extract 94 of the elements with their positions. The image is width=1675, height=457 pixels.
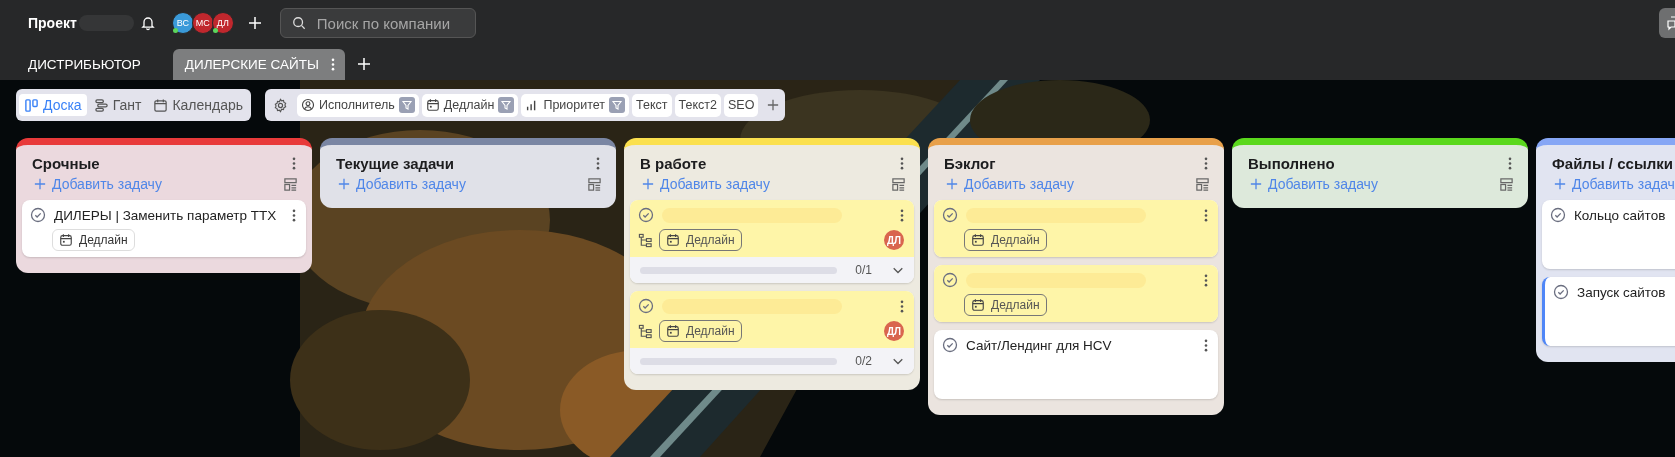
task-title: Запуск сайтов [1577, 284, 1667, 300]
check-icon[interactable] [638, 298, 654, 314]
subtasks-icon [638, 232, 653, 248]
filter-icon[interactable] [398, 97, 415, 113]
board-tab[interactable]: ДИЛЕРСКИЕ САЙТЫ [172, 49, 345, 80]
column-title: Файлы / ссылки [1552, 155, 1673, 172]
task-title: Кольцо сайтов [1574, 207, 1667, 223]
deadline-chip[interactable]: Дедлайн [964, 294, 1047, 316]
filter-icon[interactable] [498, 97, 515, 113]
settings-icon[interactable] [273, 97, 289, 113]
task-card[interactable]: Дедлайн [934, 200, 1218, 257]
template-icon[interactable] [587, 176, 602, 192]
check-icon[interactable] [1550, 207, 1566, 223]
member-avatar[interactable]: ДЛ [211, 12, 234, 34]
field-chip[interactable]: Приоритет [521, 93, 630, 117]
task-card[interactable]: Кольцо сайтов [1542, 200, 1675, 269]
field-chip[interactable]: Текст2 [674, 93, 721, 117]
assignee-avatar[interactable]: ДЛ [884, 321, 904, 341]
search-icon [291, 16, 306, 30]
template-icon[interactable] [891, 176, 906, 192]
plus-icon [1250, 178, 1262, 190]
board-view-button[interactable]: Доска [19, 94, 87, 116]
subtask-count: 0/1 [855, 263, 872, 277]
field-chip[interactable]: Исполнитель [297, 93, 419, 117]
more-icon[interactable] [1204, 338, 1208, 352]
task-card[interactable]: Дедлайн ДЛ 0/1 [630, 200, 914, 283]
more-icon[interactable] [900, 157, 904, 170]
check-icon[interactable] [1553, 284, 1569, 300]
columns-icon [24, 97, 39, 113]
deadline-chip[interactable]: Дедлайн [659, 229, 742, 251]
plus-icon [1554, 178, 1566, 190]
more-icon[interactable] [596, 157, 600, 170]
check-icon[interactable] [942, 337, 958, 353]
more-icon[interactable] [900, 299, 904, 313]
board-tab[interactable]: ДИСТРИБЬЮТОР [28, 49, 141, 80]
task-title: Сайт/Лендинг для HCV [966, 337, 1113, 353]
calendar-view-button[interactable]: Календарь [148, 94, 249, 116]
calendar-icon [59, 233, 73, 247]
subtask-count: 0/2 [855, 354, 872, 368]
plus-icon [34, 178, 46, 190]
task-card[interactable]: Дедлайн [934, 265, 1218, 322]
plus-icon [338, 178, 350, 190]
search-field[interactable]: Поиск по компании [279, 8, 476, 38]
person-icon [301, 98, 316, 112]
check-icon[interactable] [30, 207, 46, 223]
field-chip[interactable]: Дедлайн [421, 93, 519, 117]
more-icon[interactable] [1204, 157, 1208, 170]
template-icon[interactable] [1499, 176, 1514, 192]
template-icon[interactable] [1195, 176, 1210, 192]
more-icon[interactable] [292, 208, 296, 222]
bell-icon[interactable] [139, 15, 156, 31]
more-icon[interactable] [1204, 273, 1208, 287]
column-title: Текущие задачи [336, 155, 454, 172]
plus-icon [946, 178, 958, 190]
add-field-icon[interactable] [767, 99, 780, 111]
member-avatar[interactable]: МС [191, 12, 214, 34]
column-title: Бэклог [944, 155, 996, 172]
more-icon[interactable] [330, 58, 335, 71]
task-card[interactable]: Дедлайн ДЛ 0/2 [630, 291, 914, 374]
gantt-icon [93, 97, 109, 113]
calendar-icon [153, 97, 169, 113]
column-title: В работе [640, 155, 707, 172]
task-title: ДИЛЕРЫ | Заменить параметр ТТХ [54, 207, 278, 223]
deadline-chip[interactable]: Дедлайн [52, 229, 135, 251]
add-tab-icon[interactable] [356, 57, 371, 71]
deadline-chip[interactable]: Дедлайн [964, 229, 1047, 251]
calendar-icon [971, 233, 985, 247]
plus-icon[interactable] [247, 16, 262, 30]
more-icon[interactable] [292, 157, 296, 170]
task-card[interactable]: Запуск сайтов [1542, 277, 1675, 346]
calendar-icon [666, 324, 680, 338]
field-chip[interactable]: SEO [724, 93, 759, 117]
check-icon[interactable] [942, 207, 958, 223]
assignee-avatar[interactable]: ДЛ [884, 230, 904, 250]
field-chip[interactable]: Текст [632, 93, 672, 117]
project-title[interactable]: Проект [28, 15, 77, 31]
filter-icon[interactable] [609, 97, 626, 113]
task-card[interactable]: ДИЛЕРЫ | Заменить параметр ТТХ Дедлайн [22, 200, 306, 257]
task-card[interactable]: Сайт/Лендинг для HCV [934, 330, 1218, 399]
gantt-view-button[interactable]: Гант [88, 94, 147, 116]
plus-icon [642, 178, 654, 190]
deadline-chip[interactable]: Дедлайн [659, 320, 742, 342]
template-icon[interactable] [283, 176, 298, 192]
more-icon[interactable] [1204, 208, 1208, 222]
check-icon[interactable] [942, 272, 958, 288]
column-title: Выполнено [1248, 155, 1335, 172]
more-icon[interactable] [1508, 157, 1512, 170]
calendar-icon [425, 98, 440, 112]
check-icon[interactable] [638, 207, 654, 223]
column-title: Срочные [32, 155, 100, 172]
calendar-icon [971, 298, 985, 312]
calendar-icon [666, 233, 680, 247]
more-icon[interactable] [900, 208, 904, 222]
subtasks-icon [638, 323, 653, 339]
